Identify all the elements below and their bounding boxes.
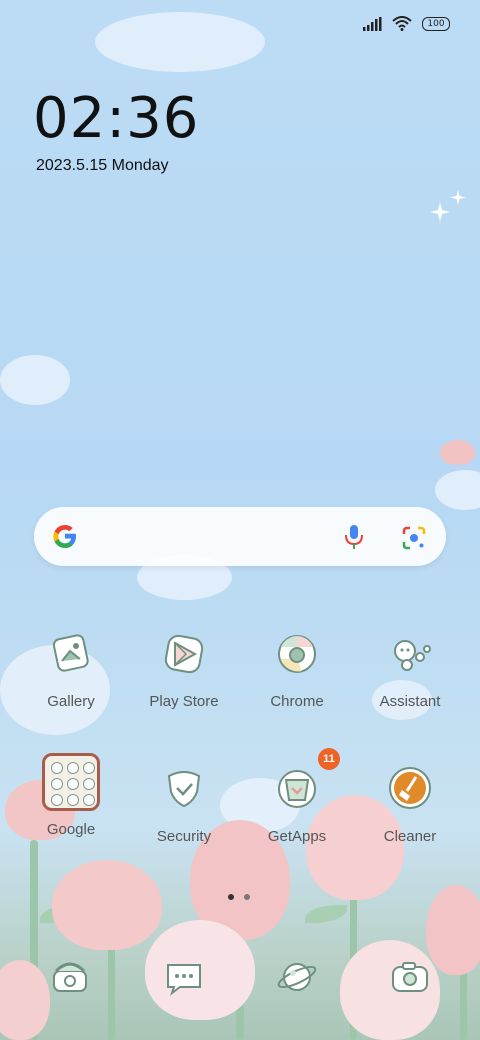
clock-time[interactable]: 02:36	[33, 86, 199, 151]
assistant-icon	[385, 629, 435, 679]
phone-icon	[53, 962, 87, 992]
getapps-icon: 11	[272, 748, 340, 814]
app-cleaner[interactable]: Cleaner	[360, 764, 460, 845]
app-assistant[interactable]: Assistant	[360, 629, 460, 710]
app-play-store[interactable]: Play Store	[134, 629, 234, 710]
google-folder-icon	[42, 753, 100, 811]
google-logo-icon	[53, 525, 76, 548]
wifi-icon	[392, 16, 412, 31]
page-indicator[interactable]	[228, 894, 250, 900]
notification-badge: 11	[318, 748, 340, 770]
battery-icon: 100	[422, 16, 450, 31]
page-dot	[244, 894, 250, 900]
browser-icon	[277, 963, 317, 991]
lens-icon[interactable]	[401, 525, 427, 551]
app-label: Security	[156, 828, 212, 845]
google-search-bar[interactable]	[34, 507, 446, 566]
clock-date[interactable]: 2023.5.15 Monday	[36, 157, 169, 175]
dock-camera[interactable]	[388, 955, 432, 999]
app-gallery[interactable]: Gallery	[21, 629, 121, 710]
camera-icon	[392, 962, 428, 992]
app-getapps[interactable]: 11 GetApps	[247, 748, 347, 845]
app-label: Play Store	[149, 693, 219, 710]
cleaner-icon	[385, 764, 435, 814]
mic-icon[interactable]	[342, 523, 366, 551]
app-label: Gallery	[47, 693, 95, 710]
dock-browser[interactable]	[275, 955, 319, 999]
security-icon	[159, 764, 209, 814]
status-bar: 100	[362, 16, 450, 31]
page-dot-active	[228, 894, 234, 900]
app-label: Assistant	[379, 693, 441, 710]
app-chrome[interactable]: Chrome	[247, 629, 347, 710]
messages-icon	[167, 964, 201, 996]
dock-phone[interactable]	[48, 955, 92, 999]
app-label: Cleaner	[383, 828, 437, 845]
app-google-folder[interactable]: Google	[21, 753, 121, 838]
signal-icon	[363, 16, 382, 31]
app-label: Google	[46, 821, 96, 838]
app-label: Chrome	[270, 693, 324, 710]
dock-messages[interactable]	[162, 955, 206, 999]
gallery-icon	[46, 629, 96, 679]
sparkle-icon	[430, 190, 466, 222]
chrome-icon	[272, 629, 322, 679]
app-label: GetApps	[267, 828, 327, 845]
play-store-icon	[159, 629, 209, 679]
app-security[interactable]: Security	[134, 764, 234, 845]
